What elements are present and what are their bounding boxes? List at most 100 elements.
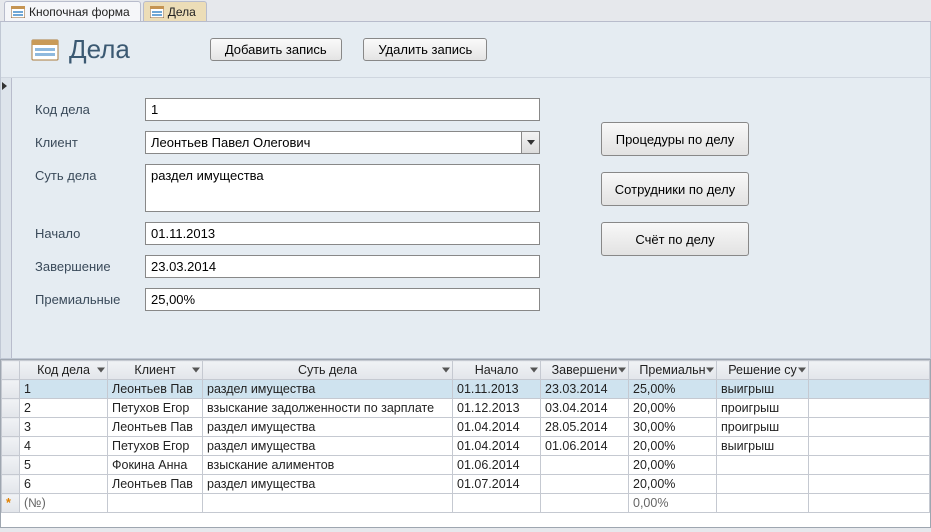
table-row[interactable]: 2Петухов Егорвзыскание задолженности по … <box>2 399 930 418</box>
cell-resh[interactable]: проигрыш <box>717 399 809 418</box>
cell-client[interactable]: Леонтьев Пав <box>108 380 203 399</box>
table-row[interactable]: 6Леонтьев Павраздел имущества01.07.20142… <box>2 475 930 494</box>
cell-client[interactable]: Леонтьев Пав <box>108 418 203 437</box>
table-row[interactable]: 5Фокина Аннавзыскание алиментов01.06.201… <box>2 456 930 475</box>
cell-client[interactable]: Петухов Егор <box>108 399 203 418</box>
row-selector[interactable] <box>2 418 20 437</box>
cell-prem[interactable]: 0,00% <box>629 494 717 513</box>
cell-end[interactable]: 03.04.2014 <box>541 399 629 418</box>
chevron-down-icon[interactable] <box>97 368 105 373</box>
cell-sut[interactable] <box>203 494 453 513</box>
cell-extra[interactable] <box>809 456 930 475</box>
grid-table[interactable]: Код дела Клиент Суть дела Начало Заверше… <box>1 360 930 513</box>
kod-input[interactable] <box>145 98 540 121</box>
row-selector[interactable]: * <box>2 494 20 513</box>
cell-start[interactable]: 01.04.2014 <box>453 418 541 437</box>
cell-start[interactable]: 01.11.2013 <box>453 380 541 399</box>
col-kod[interactable]: Код дела <box>20 361 108 380</box>
cell-resh[interactable]: выигрыш <box>717 380 809 399</box>
cell-extra[interactable] <box>809 380 930 399</box>
tab-knopochnaya[interactable]: Кнопочная форма <box>4 1 141 21</box>
col-resh[interactable]: Решение су <box>717 361 809 380</box>
cell-extra[interactable] <box>809 399 930 418</box>
row-selector[interactable] <box>2 456 20 475</box>
procedures-button[interactable]: Процедуры по делу <box>601 122 749 156</box>
cell-extra[interactable] <box>809 418 930 437</box>
bill-button[interactable]: Счёт по делу <box>601 222 749 256</box>
table-row[interactable]: 4Петухов Егорраздел имущества01.04.20140… <box>2 437 930 456</box>
cell-extra[interactable] <box>809 494 930 513</box>
cell-resh[interactable] <box>717 456 809 475</box>
row-selector[interactable] <box>2 475 20 494</box>
add-record-button[interactable]: Добавить запись <box>210 38 342 61</box>
employees-button[interactable]: Сотрудники по делу <box>601 172 749 206</box>
cell-end[interactable] <box>541 456 629 475</box>
col-extra[interactable] <box>809 361 930 380</box>
cell-prem[interactable]: 20,00% <box>629 456 717 475</box>
cell-end[interactable]: 28.05.2014 <box>541 418 629 437</box>
cell-end[interactable]: 23.03.2014 <box>541 380 629 399</box>
cell-start[interactable]: 01.04.2014 <box>453 437 541 456</box>
delete-record-button[interactable]: Удалить запись <box>363 38 487 61</box>
row-selector[interactable] <box>2 399 20 418</box>
cell-start[interactable]: 01.06.2014 <box>453 456 541 475</box>
tab-dela[interactable]: Дела <box>143 1 207 21</box>
cell-prem[interactable]: 25,00% <box>629 380 717 399</box>
chevron-down-icon[interactable] <box>530 368 538 373</box>
cell-client[interactable] <box>108 494 203 513</box>
cell-start[interactable]: 01.07.2014 <box>453 475 541 494</box>
cell-kod[interactable]: 6 <box>20 475 108 494</box>
cell-resh[interactable] <box>717 475 809 494</box>
sut-input[interactable] <box>145 164 540 212</box>
cell-resh[interactable]: выигрыш <box>717 437 809 456</box>
cell-client[interactable]: Леонтьев Пав <box>108 475 203 494</box>
chevron-down-icon[interactable] <box>521 132 539 153</box>
row-selector-header[interactable] <box>2 361 20 380</box>
table-row[interactable]: 3Леонтьев Павраздел имущества01.04.20142… <box>2 418 930 437</box>
chevron-down-icon[interactable] <box>442 368 450 373</box>
cell-prem[interactable]: 20,00% <box>629 399 717 418</box>
cell-end[interactable]: 01.06.2014 <box>541 437 629 456</box>
cell-end[interactable] <box>541 475 629 494</box>
cell-kod[interactable]: 2 <box>20 399 108 418</box>
cell-sut[interactable]: раздел имущества <box>203 418 453 437</box>
cell-end[interactable] <box>541 494 629 513</box>
cell-client[interactable]: Петухов Егор <box>108 437 203 456</box>
col-client[interactable]: Клиент <box>108 361 203 380</box>
row-selector[interactable] <box>2 437 20 456</box>
cell-sut[interactable]: взыскание задолженности по зарплате <box>203 399 453 418</box>
cell-prem[interactable]: 30,00% <box>629 418 717 437</box>
new-row[interactable]: *(№) 0,00% <box>2 494 930 513</box>
cell-kod[interactable]: (№) <box>20 494 108 513</box>
cell-start[interactable] <box>453 494 541 513</box>
cell-extra[interactable] <box>809 475 930 494</box>
cell-sut[interactable]: раздел имущества <box>203 437 453 456</box>
chevron-down-icon[interactable] <box>192 368 200 373</box>
cell-resh[interactable]: проигрыш <box>717 418 809 437</box>
cell-kod[interactable]: 4 <box>20 437 108 456</box>
cell-sut[interactable]: взыскание алиментов <box>203 456 453 475</box>
end-input[interactable] <box>145 255 540 278</box>
col-start[interactable]: Начало <box>453 361 541 380</box>
cell-kod[interactable]: 5 <box>20 456 108 475</box>
row-selector[interactable] <box>2 380 20 399</box>
col-end[interactable]: Завершени <box>541 361 629 380</box>
cell-prem[interactable]: 20,00% <box>629 437 717 456</box>
cell-resh[interactable] <box>717 494 809 513</box>
record-selector-icon[interactable] <box>2 82 7 90</box>
client-combo[interactable] <box>145 131 540 154</box>
cell-kod[interactable]: 1 <box>20 380 108 399</box>
chevron-down-icon[interactable] <box>706 368 714 373</box>
start-input[interactable] <box>145 222 540 245</box>
col-sut[interactable]: Суть дела <box>203 361 453 380</box>
chevron-down-icon[interactable] <box>618 368 626 373</box>
prem-input[interactable] <box>145 288 540 311</box>
cell-sut[interactable]: раздел имущества <box>203 475 453 494</box>
cell-extra[interactable] <box>809 437 930 456</box>
cell-start[interactable]: 01.12.2013 <box>453 399 541 418</box>
col-prem[interactable]: Премиальн <box>629 361 717 380</box>
cell-sut[interactable]: раздел имущества <box>203 380 453 399</box>
cell-kod[interactable]: 3 <box>20 418 108 437</box>
table-row[interactable]: 1Леонтьев Павраздел имущества01.11.20132… <box>2 380 930 399</box>
cell-client[interactable]: Фокина Анна <box>108 456 203 475</box>
